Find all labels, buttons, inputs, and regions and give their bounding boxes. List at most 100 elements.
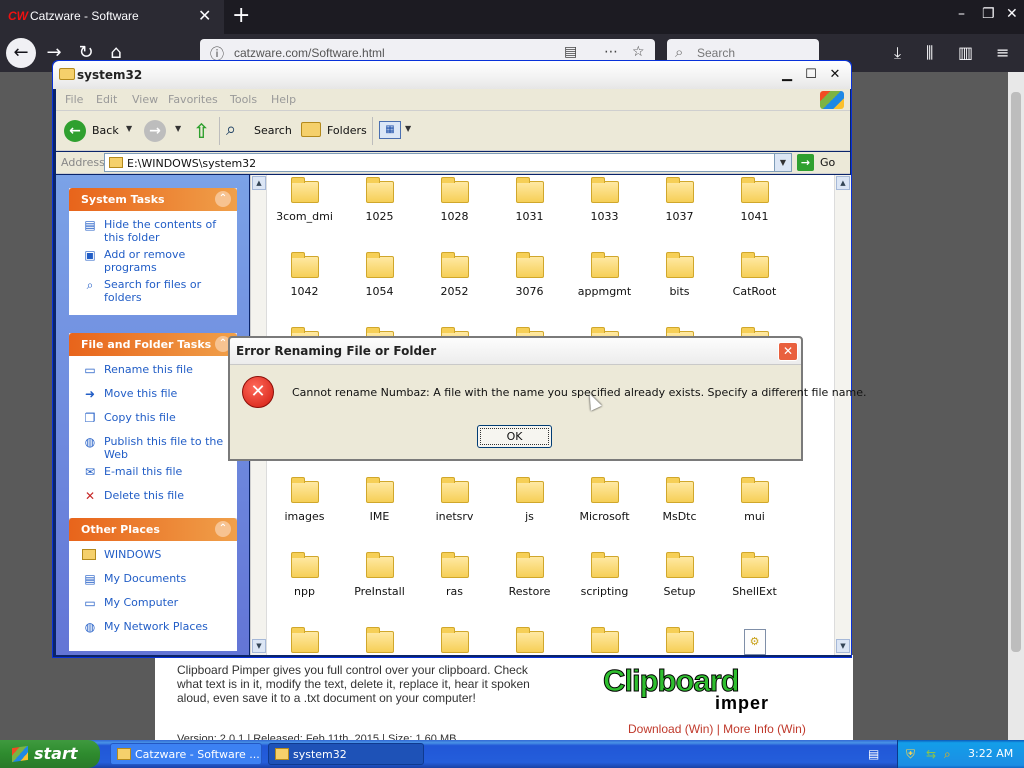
system-tasks-header[interactable]: System Tasks ⌃ (69, 188, 237, 211)
folders-button-label[interactable]: Folders (327, 124, 367, 137)
scroll-down-icon[interactable]: ▼ (252, 639, 266, 653)
bookmark-star-icon[interactable]: ☆ (632, 44, 645, 60)
forward-dropdown-icon[interactable]: ▼ (175, 124, 181, 133)
folder-item[interactable]: bits (642, 252, 717, 322)
taskbar-button-browser[interactable]: Catzware - Software ... (110, 743, 262, 765)
window-restore-icon[interactable]: ❐ (982, 6, 995, 22)
dialog-titlebar[interactable]: Error Renaming File or Folder ✕ (230, 338, 801, 365)
download-links[interactable]: Download (Win) | More Info (Win) (628, 722, 806, 736)
tab-close-icon[interactable]: ✕ (198, 6, 211, 25)
folder-item[interactable]: images (267, 477, 342, 547)
place-my-network-places[interactable]: ◍ My Network Places (82, 620, 230, 640)
task-move-file[interactable]: ➜ Move this file (82, 387, 230, 407)
back-dropdown-icon[interactable]: ▼ (126, 124, 132, 133)
views-icon[interactable]: ▦ (379, 121, 401, 139)
file-item[interactable]: ⚙ (717, 627, 792, 655)
folder-item[interactable]: 1054 (342, 252, 417, 322)
address-field[interactable]: E:\WINDOWS\system32 ▼ (104, 153, 792, 172)
shield-icon[interactable]: ⛨ (906, 747, 915, 762)
network-icon[interactable]: ⇆ (926, 747, 936, 761)
file-folder-tasks-header[interactable]: File and Folder Tasks ⌃ (69, 333, 237, 356)
folder-view-scrollbar[interactable]: ▲ ▼ (834, 175, 851, 655)
menu-file[interactable]: File (65, 93, 83, 106)
folder-item[interactable]: mui (717, 477, 792, 547)
close-icon[interactable]: ✕ (778, 342, 798, 361)
back-arrow-icon[interactable]: ← (64, 120, 86, 142)
taskbar-button-explorer[interactable]: system32 (268, 743, 424, 765)
folder-item[interactable]: CatRoot (717, 252, 792, 322)
task-publish-web[interactable]: ◍ Publish this file to the Web (82, 435, 230, 461)
folders-icon[interactable] (301, 122, 321, 137)
folder-item[interactable] (267, 627, 342, 655)
up-folder-icon[interactable]: ⇧ (193, 119, 213, 143)
task-rename-file[interactable]: ▭ Rename this file (82, 363, 230, 383)
folder-item[interactable]: npp (267, 552, 342, 622)
folder-item[interactable]: scripting (567, 552, 642, 622)
folder-item[interactable]: MsDtc (642, 477, 717, 547)
folder-item[interactable]: appmgmt (567, 252, 642, 322)
folder-item[interactable] (492, 627, 567, 655)
minimize-icon[interactable]: ▁ (777, 66, 797, 84)
go-arrow-icon[interactable]: → (797, 154, 814, 171)
folder-item[interactable]: 1042 (267, 252, 342, 322)
ok-button[interactable]: OK (477, 425, 552, 448)
folder-item[interactable]: inetsrv (417, 477, 492, 547)
scroll-up-icon[interactable]: ▲ (252, 176, 266, 190)
collapse-chevron-icon[interactable]: ⌃ (215, 191, 231, 207)
task-copy-file[interactable]: ❐ Copy this file (82, 411, 230, 431)
folder-item[interactable]: Setup (642, 552, 717, 622)
other-places-header[interactable]: Other Places ⌃ (69, 518, 237, 541)
folder-item[interactable]: PreInstall (342, 552, 417, 622)
search-icon[interactable]: ⌕ (944, 747, 951, 762)
folder-item[interactable]: 3com_dmi (267, 177, 342, 247)
folder-item[interactable]: 3076 (492, 252, 567, 322)
folder-item[interactable]: 1033 (567, 177, 642, 247)
views-dropdown-icon[interactable]: ▼ (405, 124, 411, 133)
menu-help[interactable]: Help (271, 93, 296, 106)
search-button-label[interactable]: Search (254, 124, 292, 137)
page-scrollbar-thumb[interactable] (1011, 92, 1021, 652)
explorer-titlebar[interactable]: system32 ▁ ☐ ✕ (53, 61, 851, 89)
start-button[interactable]: start (0, 740, 100, 768)
browser-tab[interactable]: CW Catzware - Software ✕ (0, 0, 224, 34)
folder-item[interactable]: Restore (492, 552, 567, 622)
menu-icon[interactable]: ≡ (996, 43, 1009, 62)
task-add-remove-programs[interactable]: ▣ Add or remove programs (82, 248, 230, 274)
library-icon[interactable]: ⫼ (926, 43, 933, 63)
folder-item[interactable] (417, 627, 492, 655)
folder-item[interactable]: IME (342, 477, 417, 547)
close-icon[interactable]: ✕ (825, 66, 845, 84)
task-delete-file[interactable]: ✕ Delete this file (82, 489, 230, 509)
folder-item[interactable]: ShellExt (717, 552, 792, 622)
scroll-up-icon[interactable]: ▲ (836, 176, 850, 190)
menu-favorites[interactable]: Favorites (168, 93, 218, 106)
keyboard-icon[interactable]: ▤ (868, 747, 879, 761)
page-actions-icon[interactable]: ⋯ (604, 44, 618, 60)
menu-tools[interactable]: Tools (230, 93, 257, 106)
back-button-label[interactable]: Back (92, 124, 119, 137)
folder-item[interactable]: 1025 (342, 177, 417, 247)
address-dropdown-icon[interactable]: ▼ (774, 154, 791, 171)
menu-view[interactable]: View (132, 93, 158, 106)
folder-item[interactable] (567, 627, 642, 655)
task-hide-folder-contents[interactable]: ▤ Hide the contents of this folder (82, 218, 230, 244)
collapse-chevron-icon[interactable]: ⌃ (215, 521, 231, 537)
page-scrollbar[interactable] (1008, 72, 1024, 740)
new-tab-icon[interactable]: + (232, 3, 250, 28)
scroll-down-icon[interactable]: ▼ (836, 639, 850, 653)
window-close-icon[interactable]: ✕ (1006, 6, 1018, 22)
folder-item[interactable] (342, 627, 417, 655)
folder-item[interactable]: 2052 (417, 252, 492, 322)
window-minimize-icon[interactable]: – (958, 6, 965, 22)
back-arrow-icon[interactable]: ← (6, 38, 36, 68)
folder-item[interactable]: ras (417, 552, 492, 622)
folder-item[interactable]: js (492, 477, 567, 547)
folder-item[interactable] (642, 627, 717, 655)
forward-arrow-icon[interactable]: → (144, 120, 166, 142)
maximize-icon[interactable]: ☐ (801, 66, 821, 84)
menu-edit[interactable]: Edit (96, 93, 117, 106)
reader-view-icon[interactable]: ▤ (564, 44, 577, 60)
go-button-label[interactable]: Go (820, 156, 835, 169)
folder-item[interactable]: 1031 (492, 177, 567, 247)
task-email-file[interactable]: ✉ E-mail this file (82, 465, 230, 485)
